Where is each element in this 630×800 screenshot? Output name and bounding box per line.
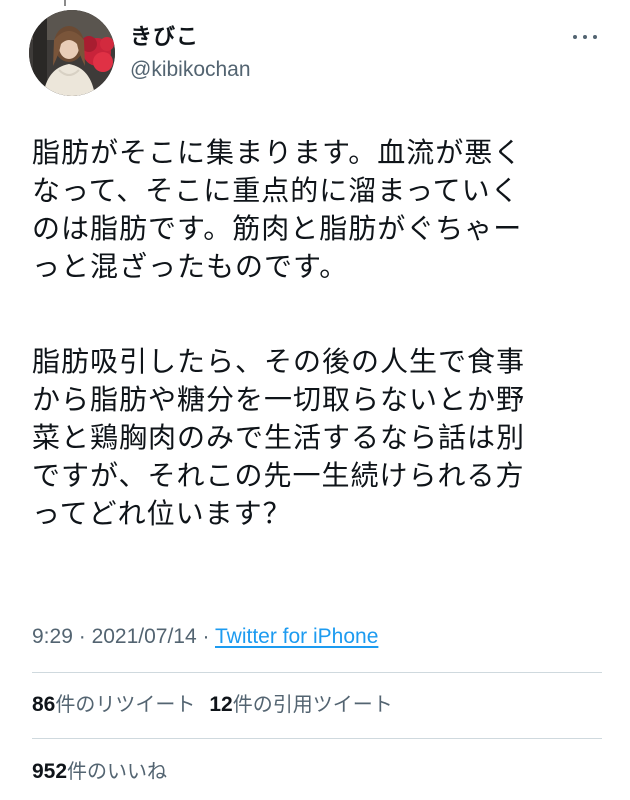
quotes-count: 12 xyxy=(209,693,233,716)
more-dot xyxy=(583,35,587,39)
quotes-label: 件の引用ツイート xyxy=(232,692,393,716)
retweets-label: 件のリツイート xyxy=(55,692,196,716)
retweets-stat[interactable]: 86件のリツイート xyxy=(32,692,195,716)
likes-stats-row: 952件のいいね xyxy=(32,757,167,786)
likes-count: 952 xyxy=(32,760,68,783)
avatar-photo xyxy=(29,10,115,96)
share-stats-row: 86件のリツイート 12件の引用ツイート xyxy=(32,690,393,719)
retweets-count: 86 xyxy=(32,693,56,716)
display-name[interactable]: きびこ xyxy=(130,24,199,52)
user-handle[interactable]: @kibikochan xyxy=(130,57,251,83)
divider xyxy=(32,738,602,739)
tweet-source-link[interactable]: Twitter for iPhone xyxy=(215,625,378,648)
likes-stat[interactable]: 952件のいいね xyxy=(32,759,167,783)
tweet-time[interactable]: 9:29 xyxy=(32,625,73,648)
meta-separator: · xyxy=(78,625,86,648)
divider xyxy=(32,672,602,673)
tweet-text-paragraph: 脂肪がそこに集まります。血流が悪く なって、そこに重点的に溜まっていく のは脂肪… xyxy=(32,136,523,283)
tweet-text-paragraph: 脂肪吸引したら、その後の人生で食事 から脂肪や糖分を一切取らないとか野 菜と鶏胸… xyxy=(32,345,526,530)
meta-separator: · xyxy=(202,625,210,648)
more-dot xyxy=(573,35,577,39)
tweet-date[interactable]: 2021/07/14 xyxy=(92,625,197,648)
more-dot xyxy=(593,35,597,39)
tweet-metadata: 9:29 · 2021/07/14 · Twitter for iPhone xyxy=(32,623,378,651)
likes-label: 件のいいね xyxy=(67,759,168,783)
previous-tweet-thread-line xyxy=(64,0,66,6)
tweet-detail: きびこ @kibikochan 脂肪がそこに集まります。血流が悪く なって、そこ… xyxy=(0,0,630,800)
more-horizontal-icon[interactable] xyxy=(570,30,600,44)
avatar[interactable] xyxy=(29,10,115,96)
quote-tweets-stat[interactable]: 12件の引用ツイート xyxy=(209,692,392,716)
